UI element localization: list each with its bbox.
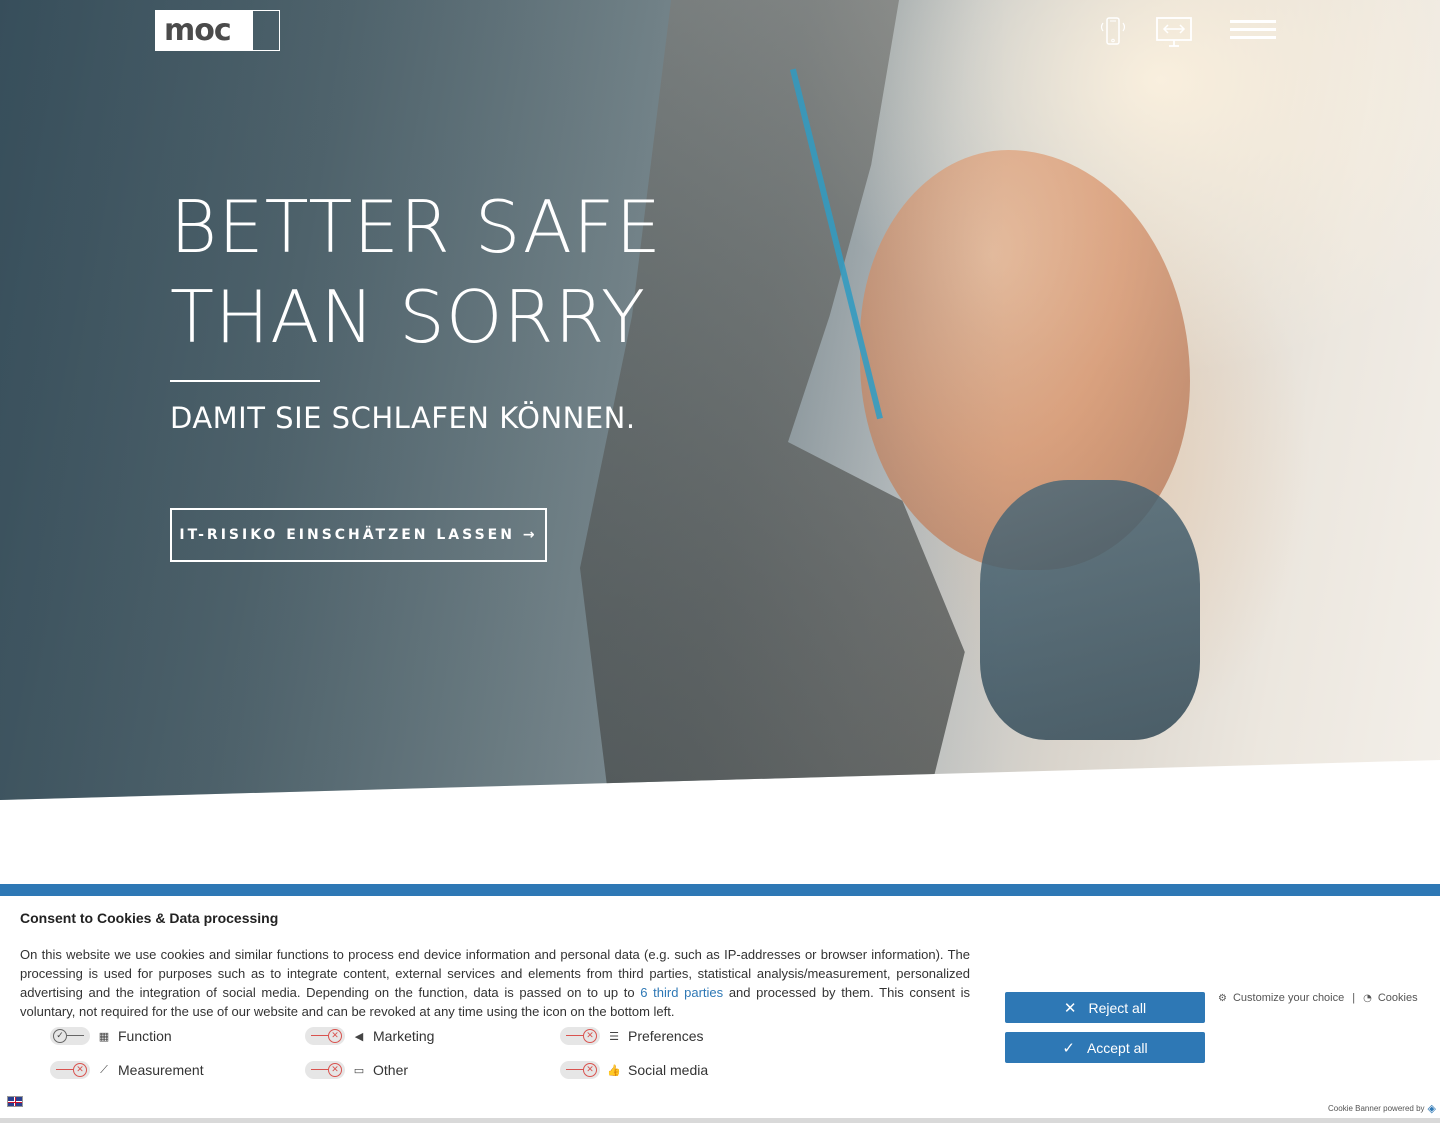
- mobile-device-icon[interactable]: [1098, 16, 1128, 48]
- sliders-icon: ☰: [609, 1029, 619, 1043]
- chart-line-icon: ⟋: [100, 1063, 108, 1076]
- category-marketing: ✕ ◀ Marketing: [305, 1027, 434, 1045]
- category-social-media: ✕ 👍 Social media: [560, 1061, 708, 1079]
- marketing-label: Marketing: [373, 1028, 435, 1044]
- hero-title-line-2: THAN SORRY: [170, 275, 646, 359]
- customize-choice-link[interactable]: ⚙ Customize your choice: [1218, 992, 1344, 1004]
- gear-icon: ⚙: [1218, 992, 1227, 1004]
- hero-title: BETTER SAFE THAN SORRY: [170, 182, 870, 362]
- preferences-toggle[interactable]: ✕: [560, 1027, 600, 1045]
- cookies-label: Cookies: [1377, 992, 1418, 1004]
- hero-subtitle: DAMIT SIE SCHLAFEN KÖNNEN.: [170, 401, 636, 435]
- thumbs-up-icon: 👍: [607, 1063, 621, 1077]
- hamburger-menu-icon[interactable]: [1230, 20, 1276, 40]
- cookie-banner-topbar: [0, 884, 1440, 896]
- powered-by-label: Cookie Banner powered by: [1328, 1104, 1425, 1113]
- social-media-label: Social media: [628, 1062, 709, 1078]
- chat-bubbles-icon: ▭: [353, 1063, 365, 1077]
- hero-section: moc BETTER SAFE THAN SORRY DAMIT SIE SCH…: [0, 0, 1440, 800]
- accept-all-button[interactable]: ✓ Accept all: [1005, 1032, 1205, 1063]
- close-icon: ✕: [1063, 998, 1077, 1017]
- category-other: ✕ ▭ Other: [305, 1061, 408, 1079]
- other-label: Other: [373, 1062, 409, 1078]
- language-flag-icon[interactable]: [7, 1096, 23, 1107]
- marketing-toggle[interactable]: ✕: [305, 1027, 345, 1045]
- third-parties-link[interactable]: 6 third parties: [640, 985, 723, 1000]
- it-risk-cta-button[interactable]: IT-RISIKO EINSCHÄTZEN LASSEN →: [170, 508, 547, 562]
- reject-all-label: Reject all: [1088, 999, 1147, 1016]
- customize-choice-label: Customize your choice: [1232, 992, 1345, 1004]
- function-grid-icon: ▦: [98, 1029, 110, 1043]
- cookie-links: ⚙ Customize your choice | ◔ Cookies: [1218, 992, 1418, 1004]
- check-icon: ✓: [1062, 1038, 1075, 1057]
- link-separator: |: [1352, 992, 1356, 1004]
- measurement-label: Measurement: [118, 1062, 204, 1078]
- function-toggle[interactable]: ✓: [50, 1027, 90, 1045]
- category-measurement: ✕ ⟋ Measurement: [50, 1061, 204, 1079]
- logo-text: moc: [156, 11, 253, 50]
- function-label: Function: [118, 1028, 172, 1044]
- cookie-icon: ◔: [1363, 992, 1372, 1004]
- cookie-banner-text: On this website we use cookies and simil…: [20, 945, 970, 1021]
- megaphone-icon: ◀: [354, 1029, 364, 1043]
- preferences-label: Preferences: [628, 1028, 704, 1044]
- social-media-toggle[interactable]: ✕: [560, 1061, 600, 1079]
- cookie-banner-title: Consent to Cookies & Data processing: [20, 910, 279, 926]
- hero-divider: [170, 380, 320, 382]
- shield-check-icon: ◈: [1427, 1102, 1436, 1115]
- category-preferences: ✕ ☰ Preferences: [560, 1027, 703, 1045]
- site-logo[interactable]: moc: [155, 10, 280, 51]
- accept-all-label: Accept all: [1086, 1039, 1148, 1056]
- hero-title-line-1: BETTER SAFE: [170, 185, 662, 269]
- cookie-banner-bottom-line: [0, 1118, 1440, 1123]
- reject-all-button[interactable]: ✕ Reject all: [1005, 992, 1205, 1023]
- category-function: ✓ ▦ Function: [50, 1027, 172, 1045]
- powered-by[interactable]: Cookie Banner powered by ◈: [1328, 1102, 1436, 1115]
- desktop-monitor-icon[interactable]: [1155, 16, 1193, 48]
- cookie-consent-banner: Consent to Cookies & Data processing On …: [0, 896, 1440, 1118]
- other-toggle[interactable]: ✕: [305, 1061, 345, 1079]
- measurement-toggle[interactable]: ✕: [50, 1061, 90, 1079]
- cookies-link[interactable]: ◔ Cookies: [1363, 992, 1417, 1004]
